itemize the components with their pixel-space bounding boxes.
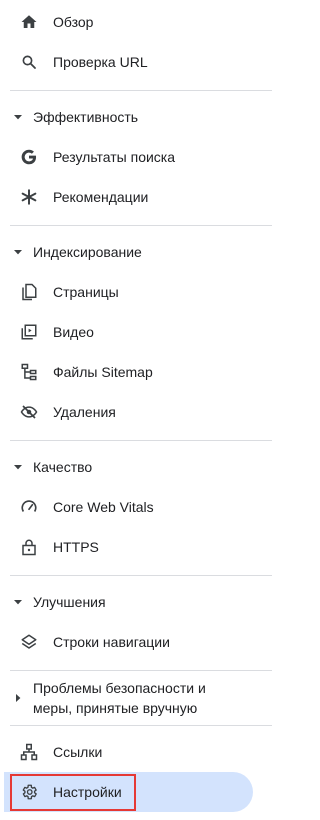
sidebar-item-removals[interactable]: Удаления [0,392,253,432]
sidebar-item-overview[interactable]: Обзор [0,2,253,42]
section-indexing[interactable]: Индексирование [0,232,253,272]
sidebar-item-search-results[interactable]: Результаты поиска [0,137,253,177]
home-icon [19,12,39,32]
section-title: Проблемы безопасности и меры, принятые в… [33,680,206,716]
sidebar-item-label: Рекомендации [53,189,149,205]
sidebar-item-label: Файлы Sitemap [53,364,153,380]
eye-off-icon [19,402,39,422]
sidebar-item-label: Настройки [53,784,122,800]
sidebar-item-label: HTTPS [53,539,99,555]
sidebar-item-label: Core Web Vitals [53,499,154,515]
sidebar-item-label: Строки навигации [53,634,170,650]
sidebar-item-label: Видео [53,324,94,340]
sidebar-item-settings[interactable]: Настройки [4,772,253,812]
pages-icon [19,282,39,302]
gauge-icon [19,497,39,517]
sidebar-item-video[interactable]: Видео [0,312,253,352]
section-enhancements[interactable]: Улучшения [0,582,253,622]
section-title: Качество [33,459,93,475]
google-g-icon [19,147,39,167]
sidebar-item-label: Результаты поиска [53,149,176,165]
caret-down-icon [14,248,22,256]
section-title: Индексирование [33,244,142,260]
sitemap-icon [19,362,39,382]
asterisk-icon [19,187,39,207]
divider [10,575,272,576]
divider [10,225,272,226]
gear-icon [19,782,39,802]
sidebar-item-label: Ссылки [53,744,103,760]
sidebar-item-label: Удаления [53,404,116,420]
sidebar-item-https[interactable]: HTTPS [0,527,253,567]
section-title: Улучшения [33,594,106,610]
sidebar-nav: Обзор Проверка URL Эффективность Результ… [0,0,272,820]
sidebar-item-breadcrumbs[interactable]: Строки навигации [0,622,253,662]
sidebar-item-url-inspection[interactable]: Проверка URL [0,42,253,82]
caret-down-icon [14,463,22,471]
caret-right-icon [14,694,22,702]
sidebar-item-links[interactable]: Ссылки [0,732,253,772]
lock-icon [19,537,39,557]
sidebar-item-core-web-vitals[interactable]: Core Web Vitals [0,487,253,527]
divider [10,440,272,441]
section-security[interactable]: Проблемы безопасности и меры, принятые в… [0,670,253,726]
caret-down-icon [14,598,22,606]
sidebar-item-label: Проверка URL [53,54,148,70]
section-title: Эффективность [33,109,139,125]
sidebar-item-sitemaps[interactable]: Файлы Sitemap [0,352,253,392]
video-icon [19,322,39,342]
divider [10,725,272,726]
section-experience[interactable]: Качество [0,447,253,487]
sidebar-item-pages[interactable]: Страницы [0,272,253,312]
layers-icon [19,632,39,652]
section-performance[interactable]: Эффективность [0,97,253,137]
network-icon [19,742,39,762]
caret-down-icon [14,113,22,121]
sidebar-item-label: Обзор [53,14,94,30]
search-icon [19,52,39,72]
divider [10,90,272,91]
sidebar-item-discover[interactable]: Рекомендации [0,177,253,217]
sidebar-item-label: Страницы [53,284,119,300]
